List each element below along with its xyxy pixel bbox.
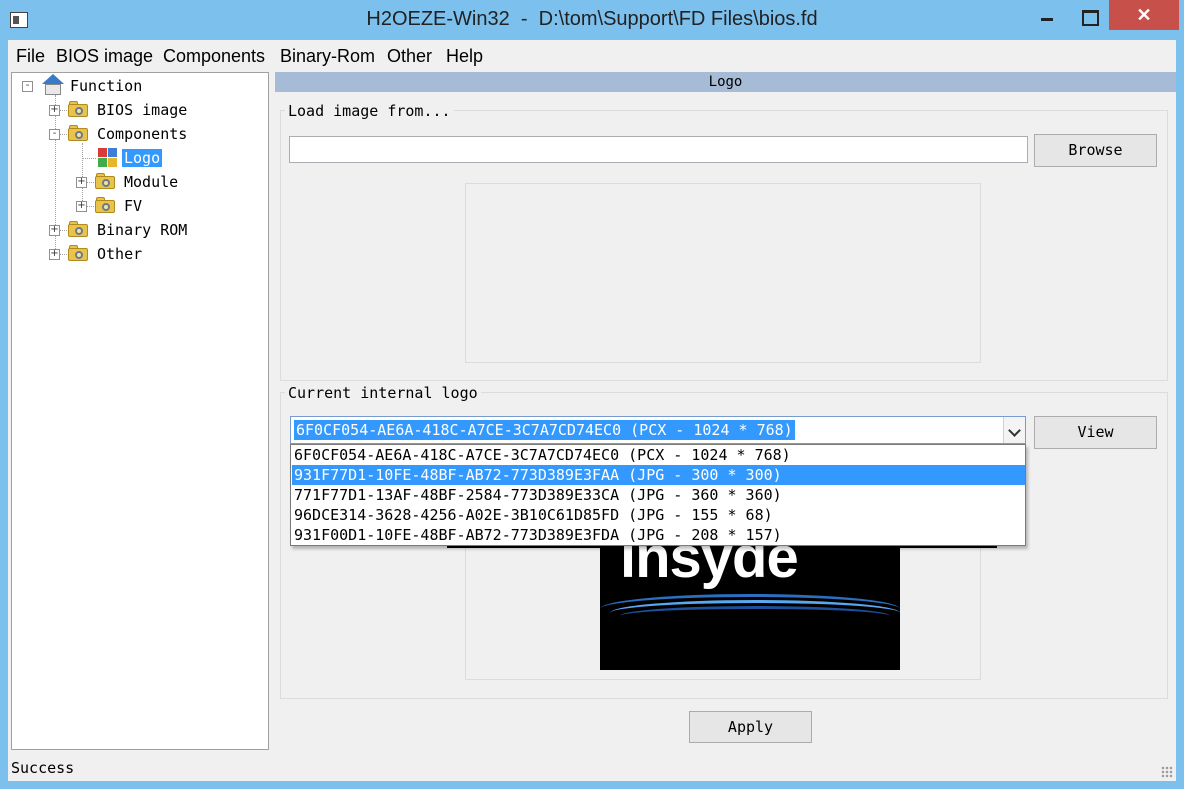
expand-icon[interactable]: + — [49, 105, 60, 116]
logo-wave — [620, 606, 890, 626]
folder-search-icon — [68, 220, 90, 237]
tree-item-logo[interactable]: Logo — [122, 149, 163, 167]
chevron-down-icon[interactable] — [1003, 417, 1025, 443]
status-text: Success — [11, 759, 75, 777]
home-icon — [41, 74, 65, 96]
tree-item-module[interactable]: Module — [124, 173, 178, 191]
view-button[interactable]: View — [1034, 416, 1157, 449]
image-path-input[interactable] — [289, 136, 1028, 163]
menu-bar: File BIOS image Components Binary-Rom Ot… — [8, 40, 1176, 72]
dropdown-option-highlighted[interactable]: 931F77D1-10FE-48BF-AB72-773D389E3FAA (JP… — [292, 465, 1025, 485]
tree-item-components[interactable]: Components — [97, 125, 187, 143]
tree-item-function[interactable]: Function — [70, 77, 142, 95]
status-bar: Success — [8, 757, 1176, 781]
tree-item-fv[interactable]: FV — [124, 197, 142, 215]
app-window: H2OEZE-Win32 - D:\tom\Support\FD Files\b… — [0, 0, 1184, 789]
dropdown-option[interactable]: 931F00D1-10FE-48BF-AB72-773D389E3FDA (JP… — [292, 525, 1025, 545]
folder-search-icon — [68, 124, 90, 141]
dropdown-option[interactable]: 96DCE314-3628-4256-A02E-3B10C61D85FD (JP… — [292, 505, 1025, 525]
title-bar[interactable]: H2OEZE-Win32 - D:\tom\Support\FD Files\b… — [0, 0, 1184, 40]
folder-search-icon — [95, 196, 117, 213]
menu-bios-image[interactable]: BIOS image — [56, 46, 153, 67]
menu-file[interactable]: File — [16, 46, 45, 67]
current-logo-label: Current internal logo — [285, 384, 481, 402]
browse-button[interactable]: Browse — [1034, 134, 1157, 167]
close-button[interactable]: ✕ — [1109, 0, 1179, 30]
tree-item-bios-image[interactable]: BIOS image — [97, 101, 187, 119]
logo-wordmark: insyde — [620, 542, 799, 590]
panel-header: Logo — [275, 72, 1176, 92]
expand-icon[interactable]: + — [76, 177, 87, 188]
collapse-icon[interactable]: - — [49, 129, 60, 140]
logo-dropdown-list[interactable]: 6F0CF054-AE6A-418C-A7CE-3C7A7CD74EC0 (PC… — [290, 444, 1026, 546]
menu-other[interactable]: Other — [387, 46, 432, 67]
logo-select-value: 6F0CF054-AE6A-418C-A7CE-3C7A7CD74EC0 (PC… — [294, 420, 795, 440]
folder-search-icon — [95, 172, 117, 189]
tree-guide — [82, 143, 83, 205]
insyde-logo-image: insyde — [600, 542, 900, 670]
folder-search-icon — [68, 100, 90, 117]
expand-icon[interactable]: + — [49, 225, 60, 236]
resize-grip-icon[interactable] — [1161, 766, 1173, 778]
function-tree[interactable]: - Function + BIOS image - Components Log… — [11, 72, 269, 750]
window-title: H2OEZE-Win32 - D:\tom\Support\FD Files\b… — [366, 8, 818, 30]
tree-item-other[interactable]: Other — [97, 245, 142, 263]
menu-help[interactable]: Help — [446, 46, 483, 67]
menu-binary-rom[interactable]: Binary-Rom — [280, 46, 375, 67]
apply-button[interactable]: Apply — [689, 711, 812, 743]
expand-icon[interactable]: + — [76, 201, 87, 212]
tree-item-binary-rom[interactable]: Binary ROM — [97, 221, 187, 239]
folder-search-icon — [68, 244, 90, 261]
dropdown-option[interactable]: 6F0CF054-AE6A-418C-A7CE-3C7A7CD74EC0 (PC… — [292, 445, 1025, 465]
dropdown-option[interactable]: 771F77D1-13AF-48BF-2584-773D389E33CA (JP… — [292, 485, 1025, 505]
menu-components[interactable]: Components — [163, 46, 265, 67]
puzzle-icon — [98, 148, 118, 168]
expand-icon[interactable]: + — [49, 249, 60, 260]
collapse-icon[interactable]: - — [22, 81, 33, 92]
load-image-label: Load image from... — [285, 102, 454, 120]
logo-select[interactable]: 6F0CF054-AE6A-418C-A7CE-3C7A7CD74EC0 (PC… — [290, 416, 1026, 444]
minimize-button[interactable] — [1030, 0, 1064, 30]
client-area: File BIOS image Components Binary-Rom Ot… — [8, 40, 1176, 781]
load-preview-area — [465, 183, 981, 363]
maximize-button[interactable] — [1072, 0, 1106, 30]
tree-guide — [82, 158, 96, 159]
logo-panel: Logo Load image from... Browse Current i… — [275, 72, 1176, 750]
